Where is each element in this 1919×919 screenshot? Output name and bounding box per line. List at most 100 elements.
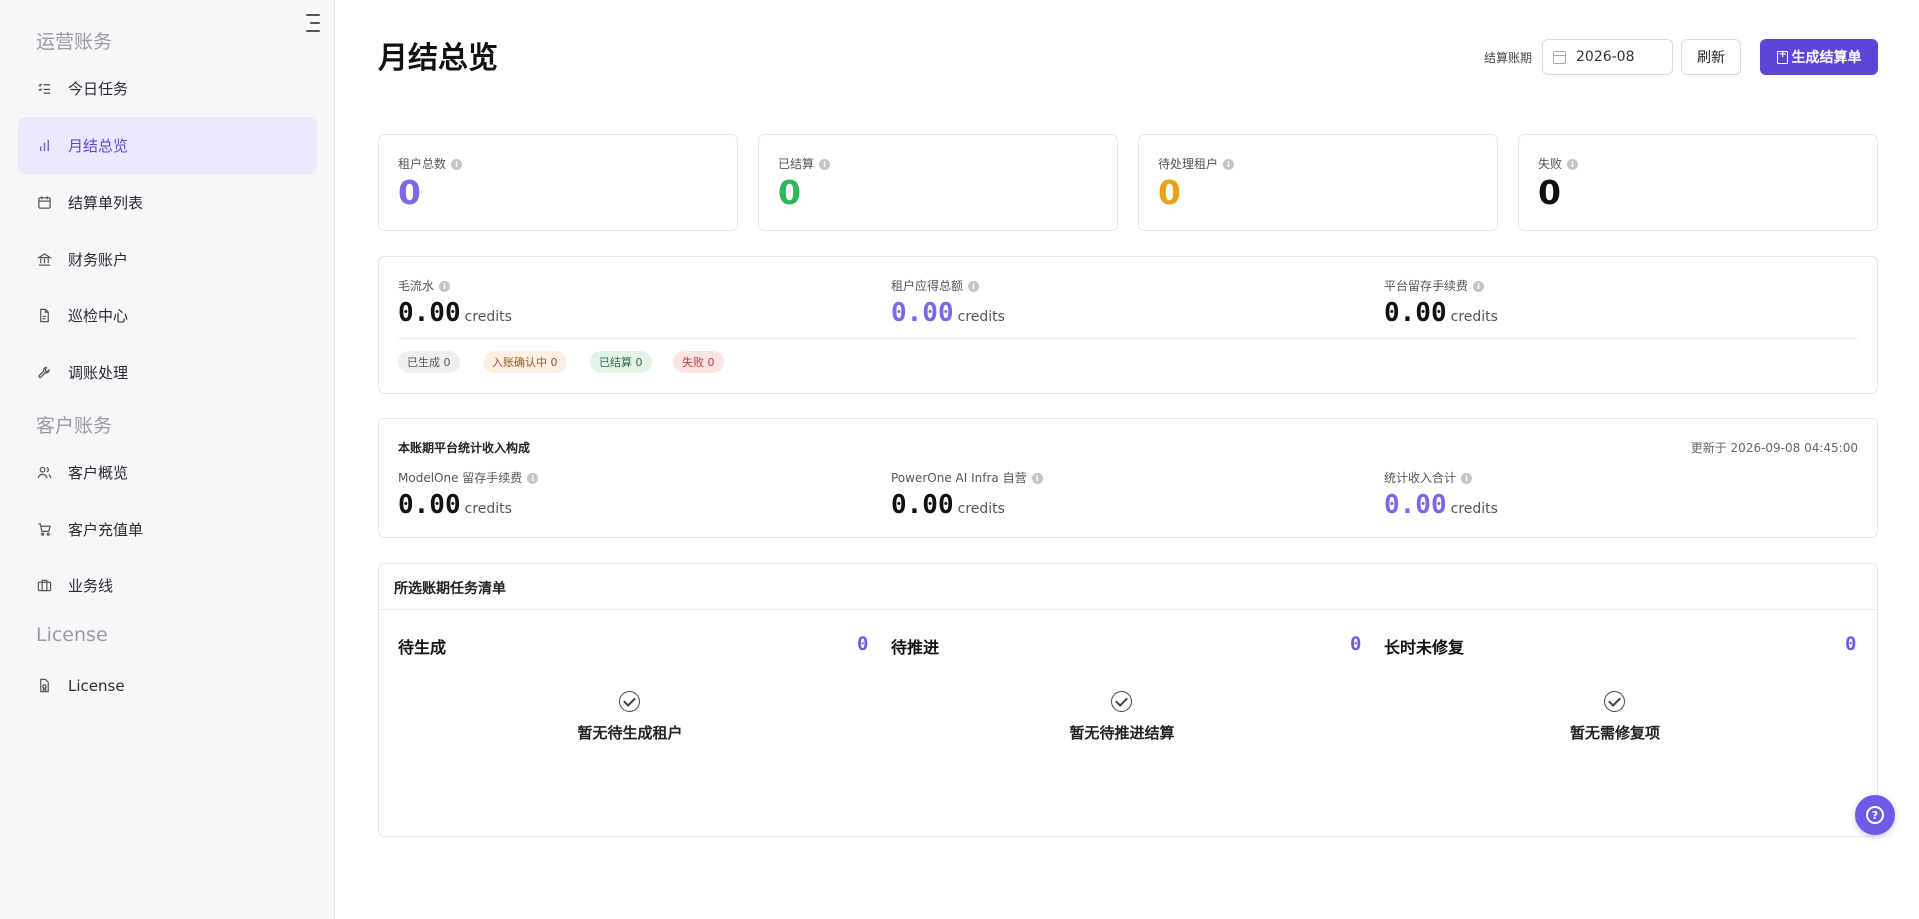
sidebar-item-monthly-overview[interactable]: 月结总览 bbox=[18, 117, 317, 174]
status-badge-failed: 失败 0 bbox=[673, 351, 724, 373]
stat-value: 0 bbox=[778, 173, 801, 212]
stat-label: 失败 bbox=[1538, 157, 1563, 171]
info-icon[interactable]: i bbox=[439, 281, 451, 292]
divider bbox=[398, 338, 1858, 339]
sidebar-item-label: License bbox=[68, 676, 125, 695]
task-column-title-unrepaired: 长时未修复 bbox=[1384, 638, 1465, 657]
wrench-icon bbox=[36, 365, 52, 381]
stat-value: 0 bbox=[1538, 173, 1561, 212]
task-column-title-to-advance: 待推进 bbox=[891, 638, 940, 657]
sidebar-item-recharge-orders[interactable]: 客户充值单 bbox=[18, 501, 317, 558]
checklist-icon bbox=[36, 81, 52, 97]
info-icon[interactable]: i bbox=[527, 473, 539, 484]
metric-unit: credits bbox=[1450, 309, 1498, 325]
sidebar-item-label: 巡检中心 bbox=[68, 307, 129, 325]
license-icon bbox=[36, 678, 52, 694]
metric-unit: credits bbox=[957, 309, 1005, 325]
metric-modelone-fee: ModelOne 留存手续费 i 0.00 credits bbox=[398, 469, 539, 520]
help-button[interactable]: ? bbox=[1855, 795, 1895, 835]
metric-tenant-payable: 租户应得总额 i 0.00 credits bbox=[891, 279, 1005, 328]
empty-state-to-advance: 暂无待推进结算 bbox=[1069, 724, 1175, 742]
metric-value: 0.00 bbox=[891, 490, 954, 520]
info-icon[interactable]: i bbox=[1473, 281, 1485, 292]
calendar-icon bbox=[1553, 50, 1566, 64]
task-count-to-advance: 0 bbox=[1350, 633, 1362, 655]
income-card-title: 本账期平台统计收入构成 bbox=[398, 441, 531, 455]
bar-chart-icon bbox=[36, 138, 52, 154]
task-count-to-generate: 0 bbox=[857, 633, 869, 655]
metric-unit: credits bbox=[957, 501, 1005, 517]
metric-value: 0.00 bbox=[398, 490, 461, 520]
stat-card-settled: 已结算 i 0 bbox=[758, 134, 1118, 231]
period-value: 2026-08 bbox=[1576, 49, 1635, 65]
sidebar-collapse-icon[interactable] bbox=[302, 14, 322, 32]
sidebar-item-customer-overview[interactable]: 客户概览 bbox=[18, 444, 317, 501]
flow-summary-card: 毛流水 i 0.00 credits 租户应得总额 i 0.00 credits 平台留… bbox=[378, 256, 1878, 394]
generate-statement-button[interactable]: 生成结算单 bbox=[1760, 39, 1878, 75]
page-title: 月结总览 bbox=[378, 41, 498, 76]
status-badge-settled: 已结算 0 bbox=[590, 351, 652, 373]
sidebar-item-label: 财务账户 bbox=[68, 251, 129, 269]
period-picker[interactable]: 2026-08 bbox=[1542, 39, 1673, 75]
sidebar-item-label: 调账处理 bbox=[68, 364, 129, 382]
info-icon[interactable]: i bbox=[1223, 159, 1235, 170]
task-count-unrepaired: 0 bbox=[1845, 633, 1857, 655]
empty-state-unrepaired: 暂无需修复项 bbox=[1569, 724, 1660, 742]
metric-value: 0.00 bbox=[1384, 298, 1447, 328]
sidebar-item-adjustments[interactable]: 调账处理 bbox=[18, 344, 317, 401]
metric-value: 0.00 bbox=[398, 298, 461, 328]
stat-label: 待处理租户 bbox=[1158, 157, 1219, 171]
question-circle-icon: ? bbox=[1866, 806, 1884, 824]
users-icon bbox=[36, 465, 52, 481]
metric-powerone-self: PowerOne AI Infra 自营 i 0.00 credits bbox=[891, 469, 1043, 520]
stat-card-failed: 失败 i 0 bbox=[1518, 134, 1878, 231]
sidebar-item-business-lines[interactable]: 业务线 bbox=[18, 557, 317, 614]
cart-icon bbox=[36, 522, 52, 538]
check-circle-icon bbox=[1604, 691, 1625, 712]
sidebar-item-finance-accounts[interactable]: 财务账户 bbox=[18, 231, 317, 288]
metric-total-income: 统计收入合计 i 0.00 credits bbox=[1384, 471, 1498, 520]
info-icon[interactable]: i bbox=[451, 159, 463, 170]
status-badge-confirming: 入账确认中 0 bbox=[483, 351, 567, 373]
task-list-title: 所选账期任务清单 bbox=[394, 581, 506, 597]
metric-value: 0.00 bbox=[891, 298, 954, 328]
main-content: 月结总览 结算账期 2026-08 刷新 生成结算单 租户总数 i 0 已结算 i … bbox=[336, 0, 1919, 919]
sidebar-item-statement-list[interactable]: 结算单列表 bbox=[18, 174, 317, 231]
bank-icon bbox=[36, 252, 52, 268]
info-icon[interactable]: i bbox=[1031, 473, 1043, 484]
stat-value: 0 bbox=[1158, 173, 1181, 212]
income-composition-card: 本账期平台统计收入构成 更新于 2026-09-08 04:45:00 Mode… bbox=[378, 418, 1878, 538]
task-list-card: 所选账期任务清单 待生成 0 暂无待生成租户 待推进 0 暂无待推进结算 长时未… bbox=[378, 563, 1878, 837]
info-icon[interactable]: i bbox=[1567, 159, 1579, 170]
metric-value: 0.00 bbox=[1384, 490, 1447, 520]
empty-state-to-generate: 暂无待生成租户 bbox=[577, 724, 683, 742]
sidebar-item-today-tasks[interactable]: 今日任务 bbox=[18, 60, 317, 117]
refresh-button[interactable]: 刷新 bbox=[1681, 39, 1741, 75]
sidebar-item-label: 业务线 bbox=[68, 577, 114, 595]
check-circle-icon bbox=[1111, 691, 1132, 712]
file-search-icon bbox=[36, 308, 52, 324]
briefcase-icon bbox=[36, 578, 52, 594]
check-circle-icon bbox=[619, 691, 640, 712]
sidebar-item-label: 月结总览 bbox=[68, 137, 129, 155]
info-icon[interactable]: i bbox=[968, 281, 980, 292]
sidebar-item-inspection-center[interactable]: 巡检中心 bbox=[18, 287, 317, 344]
divider bbox=[379, 609, 1877, 610]
sidebar-item-label: 结算单列表 bbox=[68, 194, 144, 212]
section-title-license: License bbox=[36, 624, 108, 646]
metric-platform-fee: 平台留存手续费 i 0.00 credits bbox=[1384, 279, 1498, 328]
metric-unit: credits bbox=[1450, 501, 1498, 517]
stat-label: 已结算 bbox=[778, 157, 815, 171]
stat-card-pending: 待处理租户 i 0 bbox=[1138, 134, 1498, 231]
info-icon[interactable]: i bbox=[819, 159, 831, 170]
sidebar-item-license[interactable]: License bbox=[18, 657, 317, 714]
sidebar-item-label: 客户概览 bbox=[68, 464, 129, 482]
info-icon[interactable]: i bbox=[1461, 473, 1473, 484]
section-title-customers: 客户账务 bbox=[36, 415, 113, 437]
status-badge-generated: 已生成 0 bbox=[398, 351, 460, 373]
stat-label: 租户总数 bbox=[398, 157, 447, 171]
updated-timestamp: 更新于 2026-09-08 04:45:00 bbox=[1690, 441, 1858, 455]
generate-statement-label: 生成结算单 bbox=[1791, 50, 1862, 66]
task-column-title-to-generate: 待生成 bbox=[398, 638, 447, 657]
metric-unit: credits bbox=[464, 309, 512, 325]
